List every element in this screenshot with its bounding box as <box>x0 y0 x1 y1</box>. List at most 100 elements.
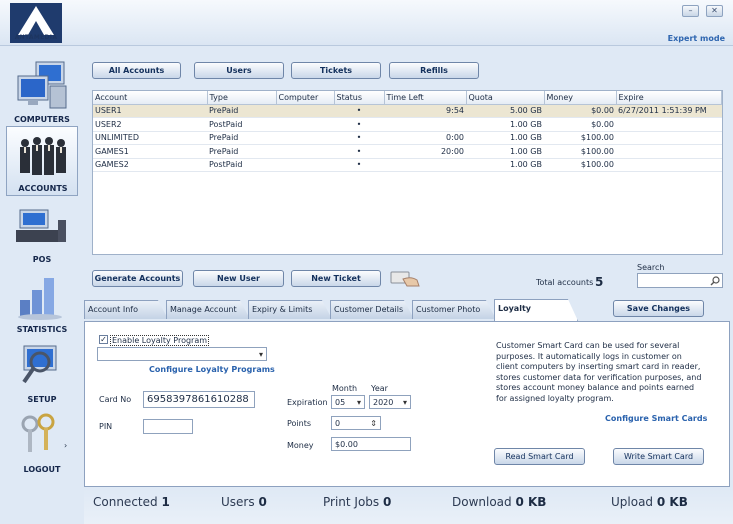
minimize-button[interactable]: – <box>682 5 699 17</box>
nav-accounts[interactable]: ACCOUNTS <box>6 126 78 196</box>
cell-account: GAMES2 <box>93 158 207 172</box>
status-download-label: Download <box>452 495 512 509</box>
nav-pos[interactable]: POS <box>6 196 78 266</box>
search-label: Search <box>637 263 665 272</box>
nav-label: STATISTICS <box>16 325 68 334</box>
cell-expire <box>616 144 722 159</box>
points-stepper[interactable]: 0 <box>331 416 381 430</box>
cell-time-left: 0:00 <box>384 131 466 145</box>
status-print-jobs: Print Jobs 0 <box>323 495 391 509</box>
refills-button[interactable]: Refills <box>389 62 479 79</box>
expert-mode-link[interactable]: Expert mode <box>668 34 725 43</box>
cell-money: $0.00 <box>544 117 616 132</box>
status-users-label: Users <box>221 495 255 509</box>
nav-computers[interactable]: COMPUTERS <box>6 56 78 126</box>
status-print-label: Print Jobs <box>323 495 380 509</box>
cell-status: • <box>334 117 384 132</box>
year-label: Year <box>371 384 388 393</box>
enable-loyalty-checkbox[interactable]: ✓ <box>99 335 108 344</box>
search-input[interactable] <box>637 273 723 288</box>
column-header-status[interactable]: Status <box>334 91 385 105</box>
column-header-time-left[interactable]: Time Left <box>384 91 467 105</box>
svg-text:›: › <box>64 441 67 450</box>
total-accounts-count: 5 <box>595 275 604 289</box>
table-row[interactable]: USER1 PrePaid • 9:54 5.00 GB $0.00 6/27/… <box>93 104 722 118</box>
new-ticket-button[interactable]: New Ticket <box>291 270 381 287</box>
cell-money: $0.00 <box>544 104 616 118</box>
column-header-expire[interactable]: Expire <box>616 91 722 105</box>
accounts-table[interactable]: Account Type Computer Status Time Left Q… <box>92 90 723 255</box>
generate-accounts-button[interactable]: Generate Accounts <box>92 270 183 287</box>
money-field[interactable]: $0.00 <box>331 437 411 451</box>
write-smart-card-button[interactable]: Write Smart Card <box>613 448 704 465</box>
status-users: Users 0 <box>221 495 267 509</box>
all-accounts-button[interactable]: All Accounts <box>92 62 181 79</box>
tab-manage-account[interactable]: Manage Account <box>166 300 250 319</box>
status-upload-value: 0 KB <box>656 495 688 509</box>
tab-expiry-limits[interactable]: Expiry & Limits <box>248 300 332 319</box>
tab-customer-details[interactable]: Customer Details <box>330 300 414 319</box>
cell-time-left: 20:00 <box>384 144 466 159</box>
tab-account-info[interactable]: Account Info <box>84 300 168 319</box>
column-header-type[interactable]: Type <box>207 91 277 105</box>
status-download-value: 0 KB <box>515 495 547 509</box>
configure-loyalty-programs-link[interactable]: Configure Loyalty Programs <box>149 365 275 374</box>
column-header-money[interactable]: Money <box>544 91 617 105</box>
status-print-value: 0 <box>383 495 392 509</box>
status-users-value: 0 <box>258 495 267 509</box>
close-button[interactable]: ✕ <box>706 5 723 17</box>
cell-expire: 6/27/2011 1:51:39 PM <box>616 104 722 118</box>
expiration-label: Expiration <box>287 398 328 407</box>
card-no-field[interactable]: 6958397861610288 <box>143 391 255 408</box>
nav-label: POS <box>32 255 52 264</box>
column-header-computer[interactable]: Computer <box>276 91 335 105</box>
cell-computer <box>276 144 334 159</box>
cell-type: PrePaid <box>207 131 276 145</box>
cell-type: PostPaid <box>207 158 276 172</box>
enable-loyalty-label[interactable]: Enable Loyalty Program <box>110 335 210 346</box>
cell-type: PrePaid <box>207 104 276 118</box>
read-smart-card-button[interactable]: Read Smart Card <box>494 448 585 465</box>
column-header-account[interactable]: Account <box>93 91 208 105</box>
save-changes-button[interactable]: Save Changes <box>613 300 704 317</box>
configure-smart-cards-link[interactable]: Configure Smart Cards <box>605 414 707 423</box>
expiration-year-select[interactable]: 2020 <box>369 395 411 409</box>
status-connected-value: 1 <box>161 495 170 509</box>
table-row[interactable]: UNLIMITED PrePaid • 0:00 1.00 GB $100.00 <box>93 131 722 145</box>
cell-account: USER1 <box>93 104 207 118</box>
new-user-button[interactable]: New User <box>193 270 284 287</box>
users-button[interactable]: Users <box>194 62 284 79</box>
status-upload: Upload 0 KB <box>611 495 688 509</box>
nav-setup[interactable]: SETUP <box>6 336 78 406</box>
cell-computer <box>276 158 334 172</box>
cell-money: $100.00 <box>544 131 616 145</box>
cell-type: PostPaid <box>207 117 276 132</box>
nav-statistics[interactable]: STATISTICS <box>6 266 78 336</box>
smart-card-description: Customer Smart Card can be used for seve… <box>496 341 702 403</box>
table-row[interactable]: GAMES1 PrePaid • 20:00 1.00 GB $100.00 <box>93 144 722 159</box>
pin-field[interactable] <box>143 419 193 434</box>
column-header-quota[interactable]: Quota <box>466 91 545 105</box>
month-label: Month <box>332 384 358 393</box>
cell-quota: 5.00 GB <box>466 104 544 118</box>
expiration-month-select[interactable]: 05 <box>331 395 365 409</box>
search-icon[interactable] <box>710 276 720 286</box>
tab-loyalty[interactable]: Loyalty <box>494 299 578 321</box>
nav-logout[interactable]: › LOGOUT <box>6 406 78 476</box>
tab-customer-photo[interactable]: Customer Photo <box>412 300 496 319</box>
tickets-button[interactable]: Tickets <box>291 62 381 79</box>
table-row[interactable]: USER2 PostPaid • 1.00 GB $0.00 <box>93 117 722 132</box>
cell-money: $100.00 <box>544 144 616 159</box>
status-connected-label: Connected <box>93 495 158 509</box>
total-accounts-label: Total accounts <box>536 278 594 287</box>
cell-status: • <box>334 131 384 145</box>
nav-label: SETUP <box>27 395 57 404</box>
status-download: Download 0 KB <box>452 495 546 509</box>
card-no-label: Card No <box>99 395 132 404</box>
table-row[interactable]: GAMES2 PostPaid • 1.00 GB $100.00 <box>93 158 722 172</box>
loyalty-program-select[interactable] <box>97 347 267 361</box>
cell-expire <box>616 131 722 145</box>
statistics-icon <box>18 278 62 320</box>
status-upload-label: Upload <box>611 495 654 509</box>
nav-label: ACCOUNTS <box>18 184 68 193</box>
